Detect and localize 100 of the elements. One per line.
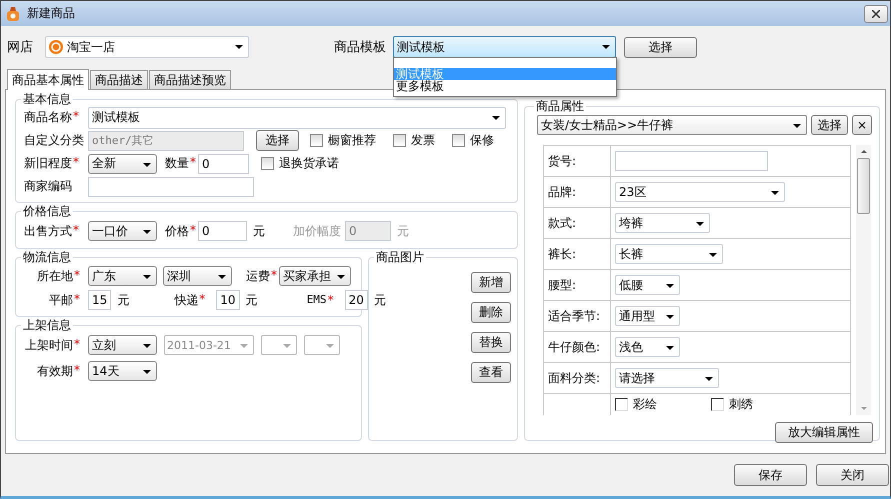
caret-icon <box>218 275 226 279</box>
caret-icon <box>235 45 243 49</box>
checkbox[interactable] <box>310 134 323 147</box>
attribute-select[interactable]: 请选择 <box>615 368 719 388</box>
city-select[interactable]: 深圳 <box>163 266 232 286</box>
table-cell: 面料分类: <box>544 363 611 393</box>
unit-label: 元 <box>246 292 258 308</box>
field-label: 快递 <box>174 292 198 308</box>
unit-label: 元 <box>253 222 265 240</box>
field-label: 价格 <box>165 222 189 240</box>
field-label: 出售方式 <box>24 222 72 240</box>
tab[interactable]: 商品描述预览 <box>149 70 231 89</box>
dialog-button[interactable]: 关闭 <box>816 464 889 486</box>
caret-icon <box>143 275 151 279</box>
field-label: 有效期 <box>37 362 73 380</box>
checkbox-label: 橱窗推荐 <box>328 132 376 149</box>
tab[interactable]: 商品描述 <box>90 70 148 89</box>
checkbox-label: 保修 <box>470 132 494 149</box>
caret-icon <box>492 116 500 120</box>
required-mark: * <box>328 293 334 307</box>
fee-field[interactable]: 10 <box>216 290 240 310</box>
caret-icon <box>666 284 674 288</box>
required-mark: * <box>74 292 80 308</box>
caret-icon <box>337 275 345 279</box>
condition-select[interactable]: 全新 <box>88 154 157 174</box>
attribute-select[interactable]: 垮裤 <box>615 213 710 233</box>
name-select[interactable]: 测试模板 <box>88 106 506 128</box>
caret-icon <box>240 344 248 348</box>
tab[interactable]: 商品基本属性 <box>7 69 89 90</box>
province-select[interactable]: 广东 <box>88 266 157 286</box>
caret-icon <box>143 230 151 234</box>
field-label: 新旧程度 <box>24 155 72 172</box>
clear-button[interactable]: × <box>852 115 872 135</box>
attribute-select[interactable]: 低腰 <box>615 275 680 295</box>
checkbox[interactable] <box>393 134 406 147</box>
dropdown-option[interactable]: 更多模板 <box>394 80 616 92</box>
table-cell: 腰型: <box>544 270 611 300</box>
field-label: 商家编码 <box>24 178 72 195</box>
caret-icon <box>705 377 713 381</box>
window-title: 新建商品 <box>27 5 75 22</box>
freight-select[interactable]: 买家承担 <box>279 266 351 286</box>
minute-select[interactable] <box>304 335 340 355</box>
shop-select[interactable]: 淘宝一店 <box>45 36 249 58</box>
field-label: 平邮 <box>49 292 73 308</box>
image-action-button[interactable]: 新增 <box>471 272 511 293</box>
caret-icon <box>666 346 674 350</box>
validity-select[interactable]: 14天 <box>88 361 157 381</box>
enlarge-button[interactable]: 放大编辑属性 <box>775 422 873 443</box>
checkbox[interactable] <box>261 157 274 170</box>
template-select[interactable]: 测试模板 <box>393 36 616 58</box>
caret-icon <box>143 370 151 374</box>
scrollbar[interactable] <box>856 145 871 415</box>
attribute-select[interactable]: 通用型 <box>615 306 680 326</box>
required-mark: * <box>73 222 79 238</box>
select-button[interactable]: 选择 <box>811 115 848 135</box>
required-mark: * <box>271 268 277 284</box>
table-cell: 品牌: <box>544 177 611 207</box>
attribute-select[interactable]: 浅色 <box>615 337 680 357</box>
hour-select[interactable] <box>261 335 297 355</box>
unit-label: 元 <box>117 292 130 308</box>
merchant-code-field[interactable] <box>88 176 254 196</box>
fee-field[interactable]: 20 <box>344 290 368 310</box>
caret-icon <box>143 344 151 348</box>
checkbox[interactable] <box>615 398 628 411</box>
image-action-button[interactable]: 删除 <box>471 302 511 323</box>
select-button[interactable]: 选择 <box>624 36 697 58</box>
shop-icon <box>49 40 63 54</box>
required-mark: * <box>74 268 80 284</box>
close-icon <box>872 10 880 18</box>
category-select[interactable]: 女装/女士精品>>牛仔裤 <box>537 115 807 135</box>
checkbox-label: 发票 <box>411 132 435 149</box>
table-cell: 适合季节: <box>544 301 611 331</box>
table-cell: 货号: <box>544 146 611 176</box>
caret-icon <box>793 124 801 128</box>
checkbox-label: 彩绘 <box>633 396 658 413</box>
image-action-button[interactable]: 替换 <box>471 332 511 353</box>
text-field[interactable] <box>615 151 768 171</box>
field-label: 所在地 <box>37 268 73 284</box>
checkbox[interactable] <box>452 134 465 147</box>
close-button[interactable] <box>864 4 888 22</box>
dialog-button[interactable]: 保存 <box>734 464 807 486</box>
caret-icon <box>283 344 291 348</box>
shop-label: 网店 <box>7 39 34 56</box>
checkbox[interactable] <box>711 398 724 411</box>
attribute-select[interactable]: 23区 <box>615 182 785 202</box>
section-title: 物流信息 <box>22 251 72 264</box>
field-label: 商品名称 <box>24 109 72 126</box>
quantity-field[interactable]: 0 <box>198 154 249 174</box>
field-label: 加价幅度 <box>293 222 341 240</box>
image-action-button[interactable]: 查看 <box>471 362 511 383</box>
attribute-select[interactable]: 长裤 <box>615 244 723 264</box>
required-mark: * <box>73 109 79 125</box>
fee-field[interactable]: 15 <box>88 290 112 310</box>
price-field[interactable]: 0 <box>198 221 247 241</box>
required-mark: * <box>190 222 196 238</box>
caret-icon <box>709 253 717 257</box>
sale-method-select[interactable]: 一口价 <box>88 221 157 241</box>
caret-icon <box>696 222 704 226</box>
caret-icon <box>143 162 151 166</box>
unit-label: 元 <box>374 292 386 308</box>
